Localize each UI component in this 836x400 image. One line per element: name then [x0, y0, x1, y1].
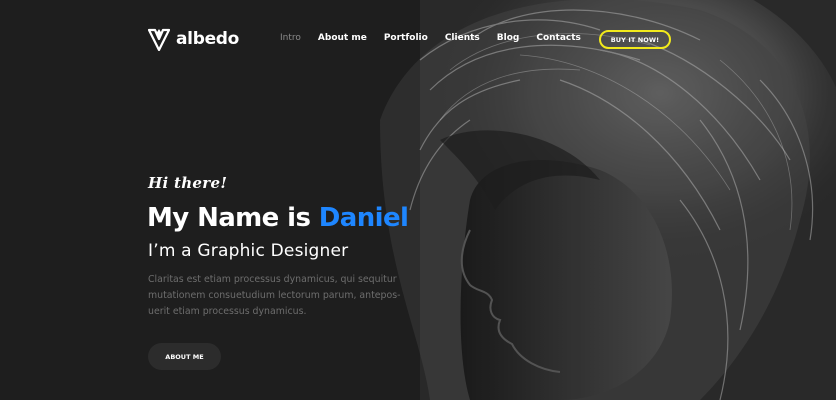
albedo-logo-mark-icon	[148, 28, 170, 51]
hero-section: albedo Intro About me Portfolio Clients …	[0, 0, 836, 400]
nav-item-portfolio[interactable]: Portfolio	[384, 33, 428, 43]
bio-line: mutationem consuetudium lectorum parum, …	[148, 290, 401, 301]
nav-item-blog[interactable]: Blog	[497, 33, 520, 43]
brand-name: albedo	[176, 29, 240, 49]
hero-subheadline: I’m a Graphic Designer	[148, 241, 349, 261]
headline-name: Daniel	[318, 203, 409, 233]
main-nav: Intro About me Portfolio Clients Blog Co…	[280, 33, 598, 43]
buy-it-now-button[interactable]: BUY IT NOW!	[599, 30, 671, 49]
hero-portrait-image	[0, 0, 836, 400]
nav-item-contacts[interactable]: Contacts	[536, 33, 581, 43]
hero-bio: Claritas est etiam processus dynamicus, …	[148, 272, 408, 320]
nav-item-clients[interactable]: Clients	[445, 33, 480, 43]
hero-greeting: Hi there!	[148, 174, 228, 192]
bio-line: Claritas est etiam processus dynamicus, …	[148, 274, 397, 285]
brand-logo[interactable]: albedo	[148, 27, 239, 51]
hero-headline: My Name is Daniel	[147, 203, 409, 233]
nav-item-about-me[interactable]: About me	[318, 33, 367, 43]
nav-item-intro[interactable]: Intro	[280, 33, 301, 43]
bio-line: uerit etiam processus dynamicus.	[148, 306, 307, 317]
about-me-button[interactable]: ABOUT ME	[148, 343, 221, 370]
headline-prefix: My Name is	[147, 203, 319, 233]
